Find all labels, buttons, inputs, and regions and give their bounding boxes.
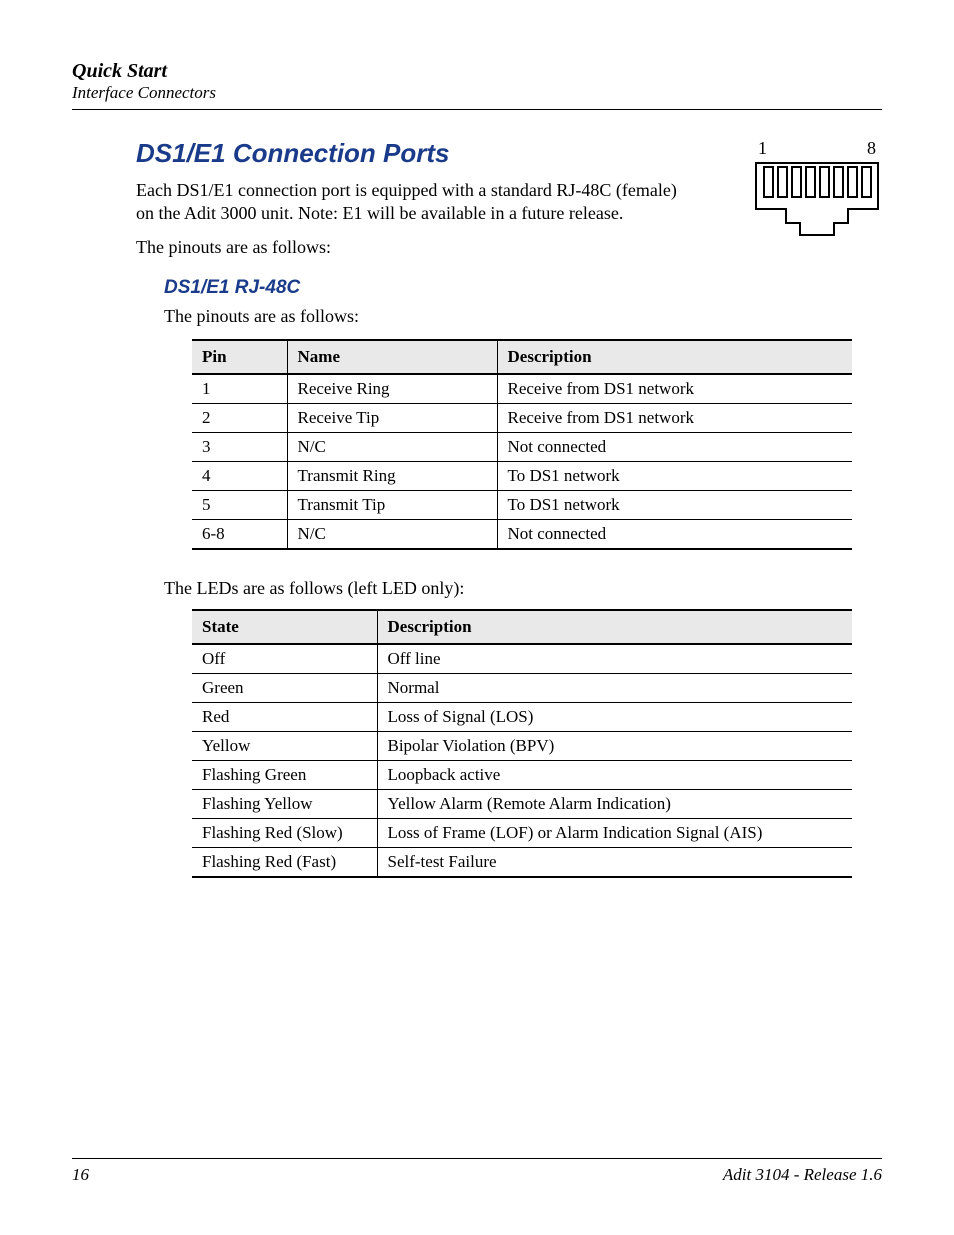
chapter-title: Quick Start bbox=[72, 60, 882, 83]
table-row: 5 Transmit Tip To DS1 network bbox=[192, 490, 852, 519]
col-header: Description bbox=[497, 340, 852, 374]
cell: Off line bbox=[377, 644, 852, 674]
subsection-lead: The pinouts are as follows: bbox=[136, 305, 696, 328]
cell: 1 bbox=[192, 374, 287, 404]
cell: 4 bbox=[192, 461, 287, 490]
table-row: Flashing Green Loopback active bbox=[192, 760, 852, 789]
cell: Flashing Red (Slow) bbox=[192, 818, 377, 847]
col-header: Pin bbox=[192, 340, 287, 374]
pinout-table: Pin Name Description 1 Receive Ring Rece… bbox=[192, 339, 852, 550]
doc-id: Adit 3104 - Release 1.6 bbox=[723, 1165, 882, 1185]
cell: Receive from DS1 network bbox=[497, 403, 852, 432]
table-row: Red Loss of Signal (LOS) bbox=[192, 702, 852, 731]
cell: 2 bbox=[192, 403, 287, 432]
cell: Yellow Alarm (Remote Alarm Indication) bbox=[377, 789, 852, 818]
cell: Not connected bbox=[497, 432, 852, 461]
table-row: Flashing Red (Fast) Self-test Failure bbox=[192, 847, 852, 877]
page-number: 16 bbox=[72, 1165, 89, 1185]
cell: Transmit Tip bbox=[287, 490, 497, 519]
cell: Loopback active bbox=[377, 760, 852, 789]
table-header-row: State Description bbox=[192, 610, 852, 644]
led-table: State Description Off Off line Green Nor… bbox=[192, 609, 852, 878]
cell: To DS1 network bbox=[497, 461, 852, 490]
pinouts-lead: The pinouts are as follows: bbox=[136, 236, 696, 259]
cell: Receive Ring bbox=[287, 374, 497, 404]
table-header-row: Pin Name Description bbox=[192, 340, 852, 374]
cell: Loss of Signal (LOS) bbox=[377, 702, 852, 731]
table-row: Yellow Bipolar Violation (BPV) bbox=[192, 731, 852, 760]
col-header: Description bbox=[377, 610, 852, 644]
footer-rule bbox=[72, 1158, 882, 1159]
table-row: Green Normal bbox=[192, 673, 852, 702]
table-row: Off Off line bbox=[192, 644, 852, 674]
running-header: Quick Start Interface Connectors bbox=[72, 60, 882, 103]
cell: Flashing Red (Fast) bbox=[192, 847, 377, 877]
cell: N/C bbox=[287, 519, 497, 549]
cell: Flashing Yellow bbox=[192, 789, 377, 818]
cell: To DS1 network bbox=[497, 490, 852, 519]
cell: Self-test Failure bbox=[377, 847, 852, 877]
cell: 5 bbox=[192, 490, 287, 519]
cell: N/C bbox=[287, 432, 497, 461]
led-lead: The LEDs are as follows (left LED only): bbox=[136, 578, 882, 599]
cell: Green bbox=[192, 673, 377, 702]
table-row: 1 Receive Ring Receive from DS1 network bbox=[192, 374, 852, 404]
cell: Normal bbox=[377, 673, 852, 702]
cell: Flashing Green bbox=[192, 760, 377, 789]
cell: Receive Tip bbox=[287, 403, 497, 432]
subsection-heading: DS1/E1 RJ-48C bbox=[136, 277, 882, 299]
table-row: 6-8 N/C Not connected bbox=[192, 519, 852, 549]
cell: 3 bbox=[192, 432, 287, 461]
table-row: Flashing Red (Slow) Loss of Frame (LOF) … bbox=[192, 818, 852, 847]
cell: Transmit Ring bbox=[287, 461, 497, 490]
cell: Red bbox=[192, 702, 377, 731]
cell: Bipolar Violation (BPV) bbox=[377, 731, 852, 760]
cell: Not connected bbox=[497, 519, 852, 549]
table-row: Flashing Yellow Yellow Alarm (Remote Ala… bbox=[192, 789, 852, 818]
table-row: 3 N/C Not connected bbox=[192, 432, 852, 461]
rj48c-connector-icon bbox=[752, 161, 882, 239]
header-rule bbox=[72, 109, 882, 110]
table-row: 4 Transmit Ring To DS1 network bbox=[192, 461, 852, 490]
cell: 6-8 bbox=[192, 519, 287, 549]
table-row: 2 Receive Tip Receive from DS1 network bbox=[192, 403, 852, 432]
intro-paragraph: Each DS1/E1 connection port is equipped … bbox=[136, 179, 696, 226]
pin-label-right: 8 bbox=[867, 138, 876, 159]
pin-label-left: 1 bbox=[758, 138, 767, 159]
col-header: State bbox=[192, 610, 377, 644]
cell: Yellow bbox=[192, 731, 377, 760]
cell: Loss of Frame (LOF) or Alarm Indication … bbox=[377, 818, 852, 847]
cell: Off bbox=[192, 644, 377, 674]
rj48c-connector-diagram: 1 8 bbox=[752, 138, 882, 244]
page-footer: 16 Adit 3104 - Release 1.6 bbox=[72, 1158, 882, 1185]
section-title-small: Interface Connectors bbox=[72, 83, 882, 103]
cell: Receive from DS1 network bbox=[497, 374, 852, 404]
col-header: Name bbox=[287, 340, 497, 374]
